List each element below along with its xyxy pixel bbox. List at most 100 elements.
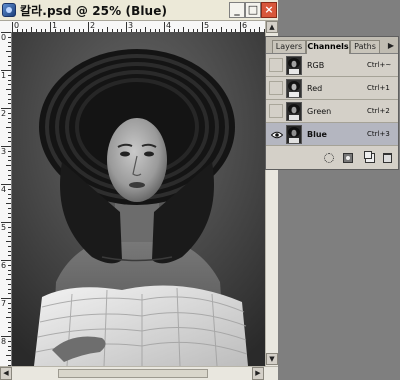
ruler-tick [6,279,11,280]
minimize-button[interactable]: _ [229,2,245,18]
channel-thumbnail [286,79,302,98]
ruler-tick [8,55,11,57]
scroll-left-button[interactable]: ◀ [0,367,12,380]
ruler-tick [6,127,11,128]
horizontal-scrollbar[interactable]: ◀ ▶ [0,366,278,380]
ruler-tick [8,193,11,195]
ruler-tick [8,131,11,133]
maximize-button[interactable]: □ [245,2,261,18]
scroll-up-button[interactable]: ▲ [266,21,278,33]
visibility-toggle[interactable] [269,58,283,72]
ruler-tick [8,312,11,314]
ruler-tick [8,98,11,100]
ruler-tick [8,226,11,228]
channel-name: RGB [307,61,325,70]
ruler-tick [8,179,11,181]
channel-row-green[interactable]: Green Ctrl+2 [266,100,398,123]
ruler-tick [8,155,11,157]
ruler-tick [126,22,127,32]
channel-shortcut: Ctrl+1 [367,84,390,92]
ruler-tick [8,255,11,257]
close-button[interactable]: × [261,2,277,18]
channel-row-blue[interactable]: Blue Ctrl+3 [266,123,398,146]
ruler-tick [8,188,11,190]
tab-channels[interactable]: Channels [306,40,350,54]
ruler-tick [8,60,11,62]
ruler-tick [202,22,203,32]
ruler-tick [6,241,11,242]
channel-row-red[interactable]: Red Ctrl+1 [266,77,398,100]
ruler-tick [8,302,11,304]
ruler-tick [1,222,11,223]
ruler-tick [8,74,11,76]
ruler-tick [8,198,11,200]
ruler-label: 5 [1,223,7,232]
ruler-tick [8,112,11,114]
visibility-toggle[interactable] [269,81,283,95]
channel-row-rgb[interactable]: RGB Ctrl+~ [266,54,398,77]
load-selection-icon[interactable] [324,153,334,163]
ruler-tick [8,345,11,347]
ruler-label: 7 [1,299,7,308]
trash-icon[interactable] [383,153,392,163]
ruler-tick [1,32,11,33]
ruler-tick [8,269,11,271]
palette-tab-bar: Layers Channels Paths ▶ [266,37,398,54]
tab-layers[interactable]: Layers [272,40,306,53]
scroll-right-button[interactable]: ▶ [252,367,264,380]
scroll-down-button[interactable]: ▼ [266,353,278,365]
save-selection-icon[interactable] [343,153,353,163]
ruler-tick [1,336,11,337]
eye-icon [271,131,283,139]
ruler-tick [8,46,11,48]
ruler-tick [8,321,11,323]
ruler-tick [1,108,11,109]
ruler-tick [1,184,11,185]
ruler-label: 2 [1,109,7,118]
channel-shortcut: Ctrl+3 [367,130,390,138]
image-canvas[interactable] [12,32,265,366]
ruler-tick [8,326,11,328]
ruler-tick [8,331,11,333]
ruler-tick [8,65,11,67]
ruler-tick [8,231,11,233]
channel-name: Red [307,84,323,93]
ruler-tick [6,317,11,318]
ruler-tick [8,340,11,342]
ruler-tick [88,22,89,32]
channel-name: Blue [307,130,327,139]
ruler-tick [8,93,11,95]
ruler-tick [8,274,11,276]
ruler-tick [1,70,11,71]
ruler-tick [8,41,11,43]
ruler-tick [6,203,11,204]
scroll-thumb[interactable] [58,369,208,378]
ruler-tick [8,117,11,119]
tab-paths[interactable]: Paths [350,40,380,53]
ruler-tick [8,79,11,81]
ruler-tick [8,207,11,209]
visibility-toggle[interactable] [269,104,283,118]
ruler-tick [8,84,11,86]
title-bar[interactable]: 칼라.psd @ 25% (Blue) _ □ × [0,0,278,21]
triangle-menu-icon[interactable]: ▶ [386,41,396,50]
ruler-tick [6,355,11,356]
vertical-ruler[interactable]: 0 1 2 3 4 5 6 7 8 [0,32,12,366]
ruler-tick [8,307,11,309]
ruler-label: 3 [1,147,7,156]
ruler-tick [8,160,11,162]
visibility-toggle[interactable] [269,127,283,141]
ruler-tick [6,89,11,90]
portrait-photo [12,32,265,366]
document-title: 칼라.psd @ 25% (Blue) [20,4,168,18]
ruler-tick [164,22,165,32]
ruler-tick [8,136,11,138]
channel-name: Green [307,107,332,116]
photoshop-app-icon[interactable] [2,3,16,17]
ruler-tick [8,141,11,143]
ruler-tick [8,174,11,176]
ruler-tick [50,22,51,32]
ruler-label: 4 [1,185,7,194]
ruler-tick [8,169,11,171]
new-channel-icon[interactable] [364,151,375,163]
